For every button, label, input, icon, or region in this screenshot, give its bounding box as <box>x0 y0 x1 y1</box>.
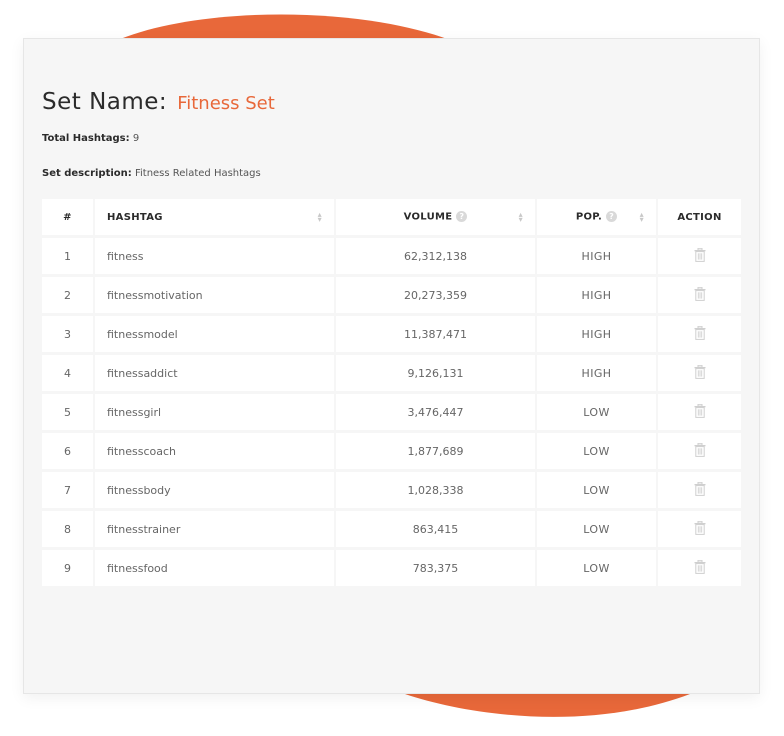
table-row: 8 fitnesstrainer 863,415 LOW <box>42 511 741 550</box>
row-volume: 3,476,447 <box>336 394 537 433</box>
row-volume: 62,312,138 <box>336 238 537 277</box>
page-title: Set Name: Fitness Set <box>42 89 275 115</box>
row-hashtag: fitnessgirl <box>95 394 336 433</box>
row-number: 9 <box>42 550 95 589</box>
sort-icon[interactable]: ▴ ▾ <box>519 211 523 224</box>
column-header-num: # <box>42 199 95 238</box>
row-action <box>658 238 741 277</box>
row-number: 3 <box>42 316 95 355</box>
row-number: 8 <box>42 511 95 550</box>
row-volume: 20,273,359 <box>336 277 537 316</box>
row-volume: 863,415 <box>336 511 537 550</box>
column-header-hashtag-label: HASHTAG <box>107 211 163 223</box>
row-popularity: LOW <box>537 433 658 472</box>
row-popularity: LOW <box>537 394 658 433</box>
hashtag-table: # HASHTAG ▴ ▾ VOLUME? ▴ ▾ POP.? ▴ ▾ ACTION <box>42 199 741 589</box>
row-action <box>658 355 741 394</box>
page: Set Name: Fitness Set Total Hashtags: 9 … <box>0 0 784 736</box>
set-name-label: Set Name: <box>42 89 168 115</box>
row-popularity: LOW <box>537 511 658 550</box>
row-popularity: LOW <box>537 472 658 511</box>
row-volume: 1,028,338 <box>336 472 537 511</box>
row-action <box>658 394 741 433</box>
column-header-volume[interactable]: VOLUME? ▴ ▾ <box>336 199 537 238</box>
set-description-value: Fitness Related Hashtags <box>134 168 261 179</box>
blob-top <box>118 14 450 40</box>
row-hashtag: fitnessaddict <box>95 355 336 394</box>
trash-icon[interactable] <box>694 520 706 538</box>
help-icon[interactable]: ? <box>456 211 468 223</box>
column-header-pop[interactable]: POP.? ▴ ▾ <box>537 199 658 238</box>
table-body: 1 fitness 62,312,138 HIGH 2 fitnessmotiv… <box>42 238 741 589</box>
trash-icon[interactable] <box>694 364 706 382</box>
row-popularity: HIGH <box>537 355 658 394</box>
table-row: 2 fitnessmotivation 20,273,359 HIGH <box>42 277 741 316</box>
column-header-hashtag[interactable]: HASHTAG ▴ ▾ <box>95 199 336 238</box>
table-row: 9 fitnessfood 783,375 LOW <box>42 550 741 589</box>
sort-icon[interactable]: ▴ ▾ <box>640 211 644 224</box>
row-popularity: HIGH <box>537 277 658 316</box>
table-row: 1 fitness 62,312,138 HIGH <box>42 238 741 277</box>
row-number: 5 <box>42 394 95 433</box>
row-number: 6 <box>42 433 95 472</box>
row-action <box>658 316 741 355</box>
row-number: 2 <box>42 277 95 316</box>
row-hashtag: fitnesstrainer <box>95 511 336 550</box>
table-row: 7 fitnessbody 1,028,338 LOW <box>42 472 741 511</box>
row-volume: 783,375 <box>336 550 537 589</box>
table-row: 5 fitnessgirl 3,476,447 LOW <box>42 394 741 433</box>
trash-icon[interactable] <box>694 286 706 304</box>
row-action <box>658 277 741 316</box>
trash-icon[interactable] <box>694 481 706 499</box>
trash-icon[interactable] <box>694 247 706 265</box>
trash-icon[interactable] <box>694 403 706 421</box>
row-hashtag: fitnessbody <box>95 472 336 511</box>
row-hashtag: fitnessfood <box>95 550 336 589</box>
row-popularity: HIGH <box>537 316 658 355</box>
total-hashtags-value: 9 <box>132 133 140 144</box>
row-popularity: HIGH <box>537 238 658 277</box>
trash-icon[interactable] <box>694 559 706 577</box>
column-header-pop-label: POP. <box>575 211 603 223</box>
row-hashtag: fitnessmotivation <box>95 277 336 316</box>
row-action <box>658 472 741 511</box>
column-header-volume-label: VOLUME <box>403 211 453 223</box>
row-number: 1 <box>42 238 95 277</box>
row-action <box>658 433 741 472</box>
row-hashtag: fitnessmodel <box>95 316 336 355</box>
row-number: 4 <box>42 355 95 394</box>
column-header-action: ACTION <box>658 199 741 238</box>
set-description: Set description: Fitness Related Hashtag… <box>42 168 261 179</box>
hashtag-set-card: Set Name: Fitness Set Total Hashtags: 9 … <box>23 38 760 694</box>
table-header-row: # HASHTAG ▴ ▾ VOLUME? ▴ ▾ POP.? ▴ ▾ ACTION <box>42 199 741 238</box>
sort-icon[interactable]: ▴ ▾ <box>318 211 322 224</box>
row-number: 7 <box>42 472 95 511</box>
row-volume: 9,126,131 <box>336 355 537 394</box>
row-action <box>658 550 741 589</box>
row-popularity: LOW <box>537 550 658 589</box>
table-row: 6 fitnesscoach 1,877,689 LOW <box>42 433 741 472</box>
row-hashtag: fitnesscoach <box>95 433 336 472</box>
table-row: 3 fitnessmodel 11,387,471 HIGH <box>42 316 741 355</box>
table-row: 4 fitnessaddict 9,126,131 HIGH <box>42 355 741 394</box>
help-icon[interactable]: ? <box>606 211 618 223</box>
row-volume: 11,387,471 <box>336 316 537 355</box>
row-hashtag: fitness <box>95 238 336 277</box>
trash-icon[interactable] <box>694 325 706 343</box>
trash-icon[interactable] <box>694 442 706 460</box>
row-action <box>658 511 741 550</box>
total-hashtags-label: Total Hashtags: <box>42 133 130 144</box>
total-hashtags: Total Hashtags: 9 <box>42 133 139 144</box>
set-name-value: Fitness Set <box>177 93 275 114</box>
set-description-label: Set description: <box>42 168 132 179</box>
blob-bottom <box>405 694 690 717</box>
row-volume: 1,877,689 <box>336 433 537 472</box>
